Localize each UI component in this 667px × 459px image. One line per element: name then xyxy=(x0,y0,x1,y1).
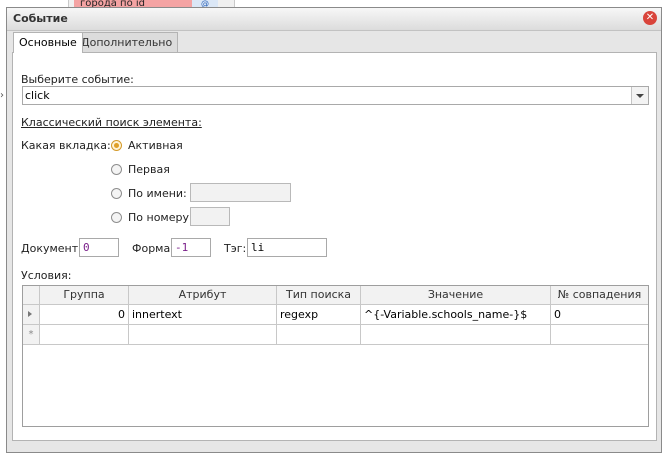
tag-input[interactable]: li xyxy=(247,238,327,257)
radio-by-number-label[interactable]: По номеру: xyxy=(128,211,193,224)
radio-by-name-label[interactable]: По имени: xyxy=(128,187,187,200)
new-row-cell-match-number[interactable] xyxy=(551,325,648,345)
new-row-marker-icon[interactable]: * xyxy=(23,325,40,345)
conditions-label: Условия: xyxy=(21,269,72,282)
column-header-attribute[interactable]: Атрибут xyxy=(129,286,277,305)
form-label: Форма: xyxy=(132,242,174,255)
radio-active-tab-label[interactable]: Активная xyxy=(128,139,183,152)
radio-by-number[interactable] xyxy=(111,212,122,223)
close-icon[interactable]: ✕ xyxy=(643,11,657,25)
event-select[interactable]: click xyxy=(22,86,649,105)
table-cell-group[interactable]: 0 xyxy=(40,305,129,325)
row-selector-arrow-icon[interactable] xyxy=(23,305,40,325)
form-input[interactable]: -1 xyxy=(171,238,211,257)
tab-name-input[interactable] xyxy=(190,183,291,202)
classic-search-heading: Классический поиск элемента: xyxy=(21,116,202,129)
tab-panel-main: Выберите событие: click Классический пои… xyxy=(12,52,657,441)
column-header-search-type[interactable]: Тип поиска xyxy=(277,286,361,305)
radio-first-tab[interactable] xyxy=(111,164,122,175)
which-tab-label: Какая вкладка: xyxy=(21,139,111,152)
new-row-cell-group[interactable] xyxy=(40,325,129,345)
column-header-match-number[interactable]: № совпадения xyxy=(551,286,648,305)
table-cell-value[interactable]: ^{-Variable.schools_name-}$ xyxy=(361,305,551,325)
dialog-title: Событие xyxy=(13,12,68,25)
grid-corner xyxy=(23,286,40,305)
table-cell-attribute[interactable]: innertext xyxy=(129,305,277,325)
radio-by-name[interactable] xyxy=(111,188,122,199)
radio-first-tab-label[interactable]: Первая xyxy=(128,163,170,176)
chevron-down-icon[interactable] xyxy=(631,87,648,104)
tab-main[interactable]: Основные xyxy=(13,32,83,53)
document-input[interactable]: 0 xyxy=(79,238,119,257)
tag-label: Тэг: xyxy=(224,242,247,255)
tab-additional[interactable]: Дополнительно xyxy=(75,32,179,52)
table-cell-match-number[interactable]: 0 xyxy=(551,305,648,325)
new-row-cell-attribute[interactable] xyxy=(129,325,277,345)
new-row-cell-value[interactable] xyxy=(361,325,551,345)
table-cell-search-type[interactable]: regexp xyxy=(277,305,361,325)
background-side-mark: › xyxy=(0,90,4,101)
event-select-label: Выберите событие: xyxy=(21,73,134,86)
event-select-value: click xyxy=(25,89,50,102)
event-dialog: Событие ✕ Основные Дополнительно Выберит… xyxy=(6,7,662,453)
new-row-cell-search-type[interactable] xyxy=(277,325,361,345)
dialog-titlebar[interactable]: Событие ✕ xyxy=(7,8,661,31)
conditions-grid[interactable]: Группа Атрибут Тип поиска Значение № сов… xyxy=(22,285,649,427)
column-header-value[interactable]: Значение xyxy=(361,286,551,305)
radio-active-tab[interactable] xyxy=(111,140,122,151)
column-header-group[interactable]: Группа xyxy=(40,286,129,305)
document-label: Документ: xyxy=(21,242,82,255)
tab-number-input[interactable] xyxy=(190,207,230,226)
